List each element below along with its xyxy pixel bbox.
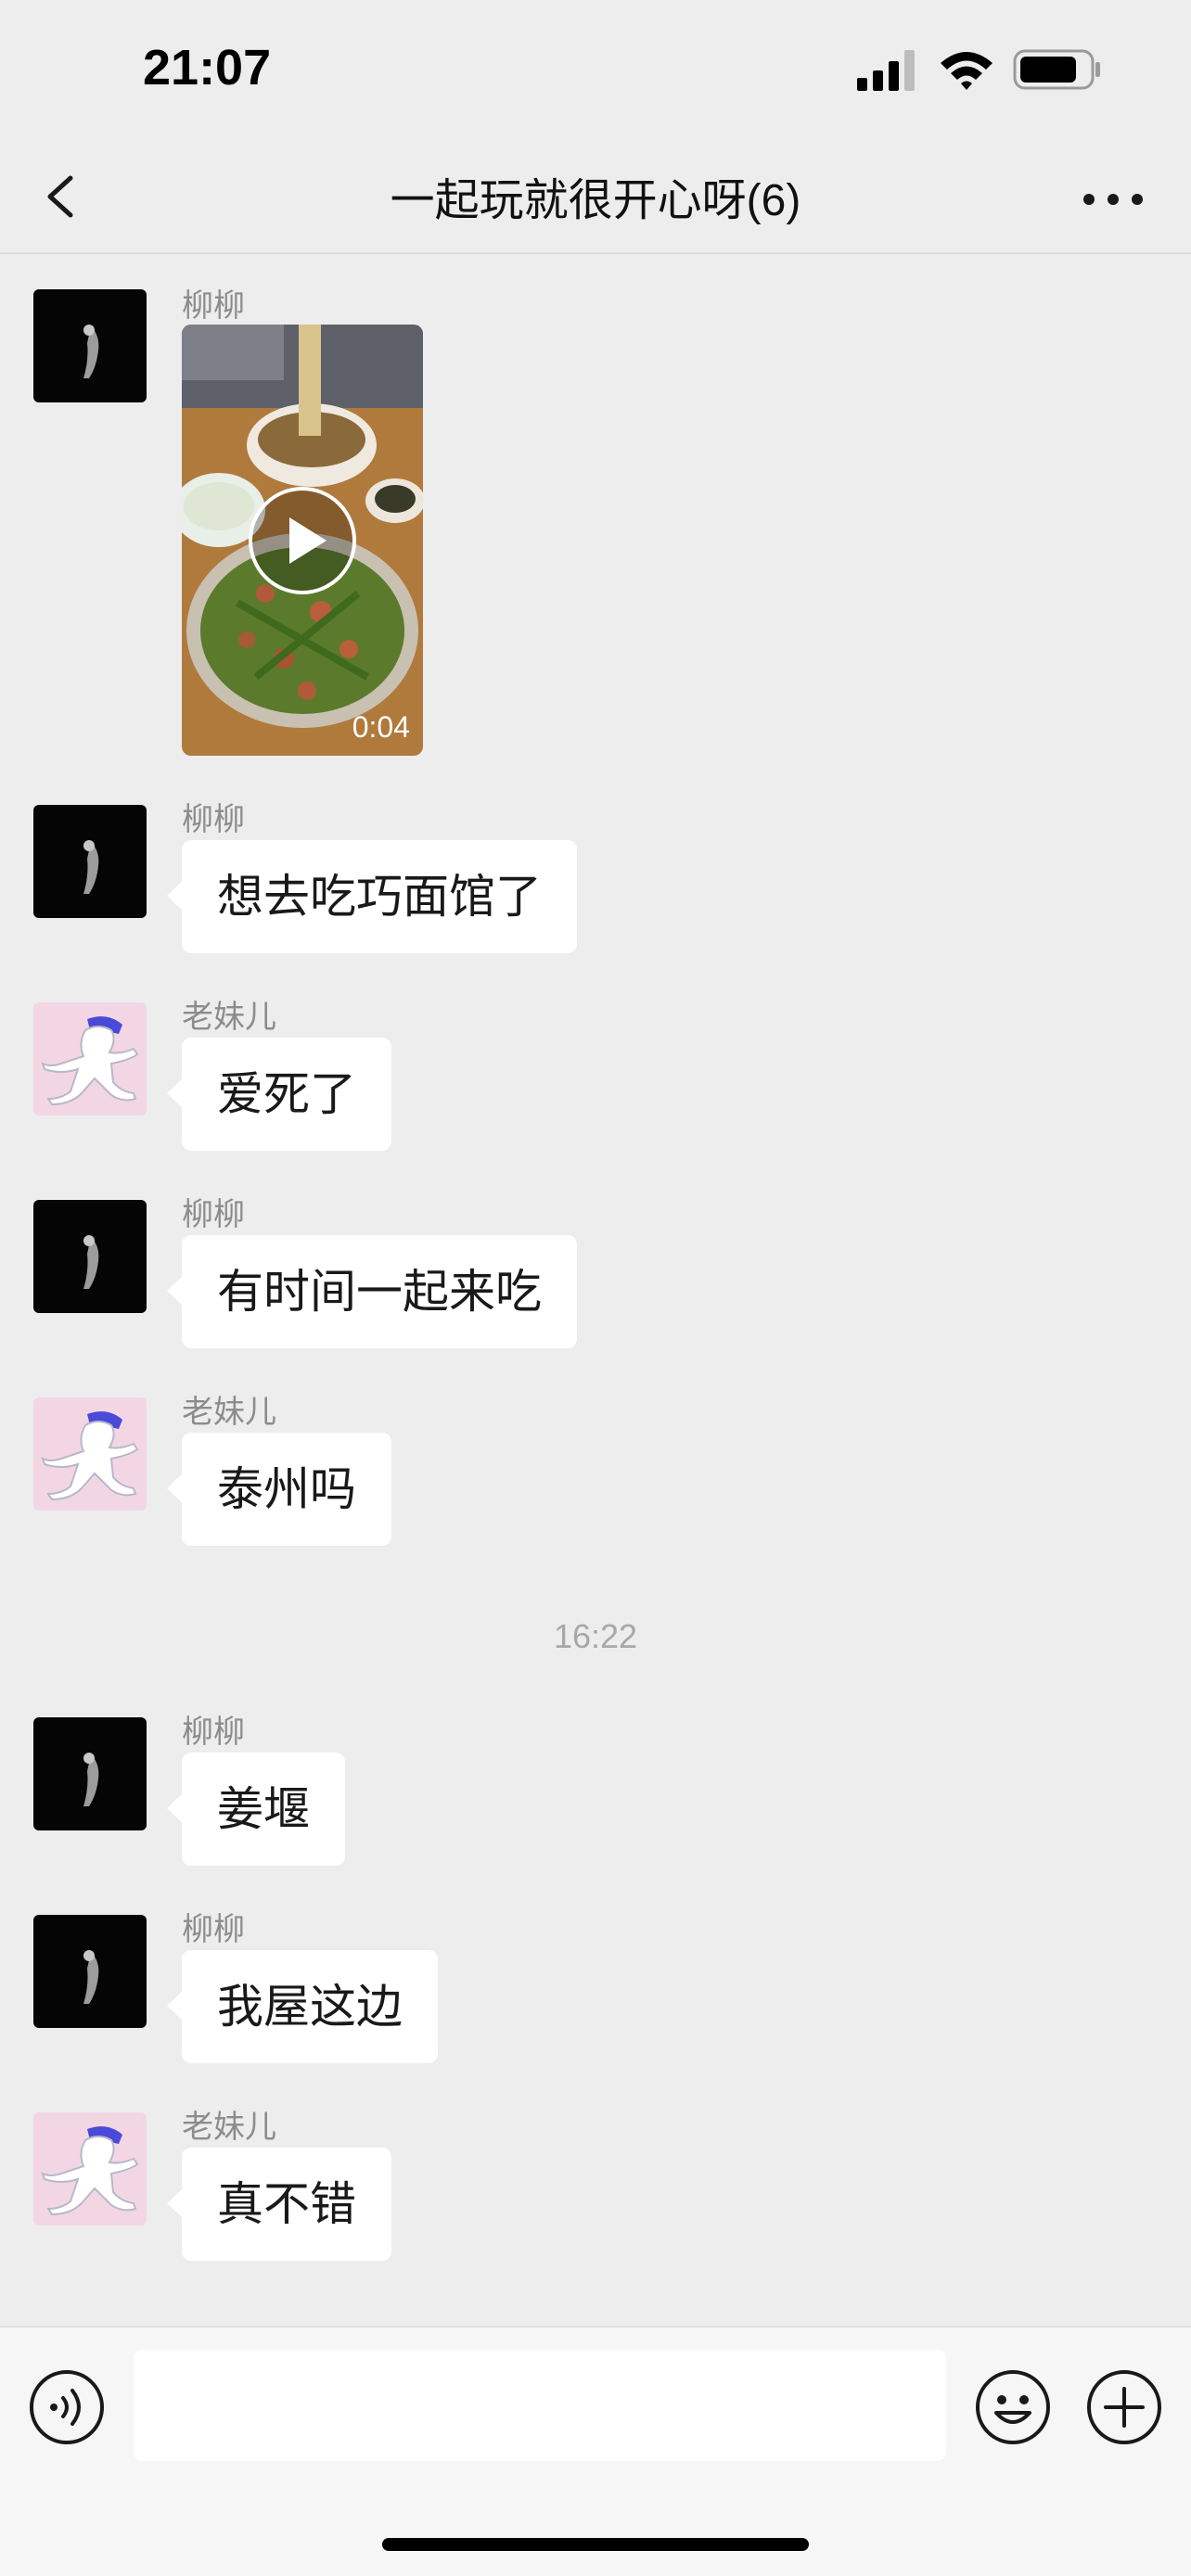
message-bubble[interactable]: 真不错 [167, 2148, 391, 2261]
sender-name: 老妹儿 [182, 1394, 276, 1431]
emoji-icon[interactable] [974, 2368, 1052, 2446]
avatar[interactable] [33, 1915, 147, 2028]
wifi-icon [941, 52, 992, 90]
message-bubble[interactable]: 有时间一起来吃 [167, 1235, 577, 1348]
video-duration: 0:04 [352, 710, 410, 744]
avatar[interactable] [33, 289, 147, 402]
message-bubble[interactable]: 我屋这边 [167, 1950, 438, 2063]
sender-name: 柳柳 [182, 801, 245, 838]
message-bubble[interactable]: 爱死了 [167, 1038, 391, 1151]
home-indicator[interactable] [382, 2538, 809, 2551]
sender-name: 柳柳 [182, 1714, 245, 1751]
more-dots-icon[interactable] [1076, 176, 1150, 223]
avatar[interactable] [33, 1397, 147, 1511]
chat-timestamp: 16:22 [553, 1617, 638, 1655]
avatar[interactable] [33, 2112, 147, 2225]
status-bar: 21:07 [0, 0, 1191, 139]
message-bubble[interactable]: 姜堰 [167, 1753, 345, 1866]
sender-name: 老妹儿 [182, 2109, 276, 2146]
status-time: 21:07 [143, 40, 272, 96]
avatar[interactable] [33, 805, 147, 918]
sender-name: 柳柳 [182, 287, 245, 325]
message-input[interactable] [134, 2350, 946, 2461]
battery-icon [1013, 49, 1100, 90]
avatar[interactable] [33, 1200, 147, 1313]
video-thumbnail[interactable]: 0:04 [182, 325, 423, 756]
chat-title: 一起玩就很开心呀(6) [390, 176, 801, 225]
plus-icon[interactable] [1085, 2368, 1163, 2446]
sender-name: 老妹儿 [182, 999, 276, 1036]
avatar[interactable] [33, 1717, 147, 1830]
sender-name: 柳柳 [182, 1911, 245, 1948]
message-bubble[interactable]: 泰州吗 [167, 1433, 391, 1546]
voice-icon[interactable] [28, 2368, 106, 2446]
avatar[interactable] [33, 1002, 147, 1116]
signal-icon [857, 50, 915, 91]
message-bubble[interactable]: 想去吃巧面馆了 [167, 840, 577, 953]
nav-bar: 一起玩就很开心呀(6) [0, 139, 1191, 254]
sender-name: 柳柳 [182, 1196, 245, 1233]
